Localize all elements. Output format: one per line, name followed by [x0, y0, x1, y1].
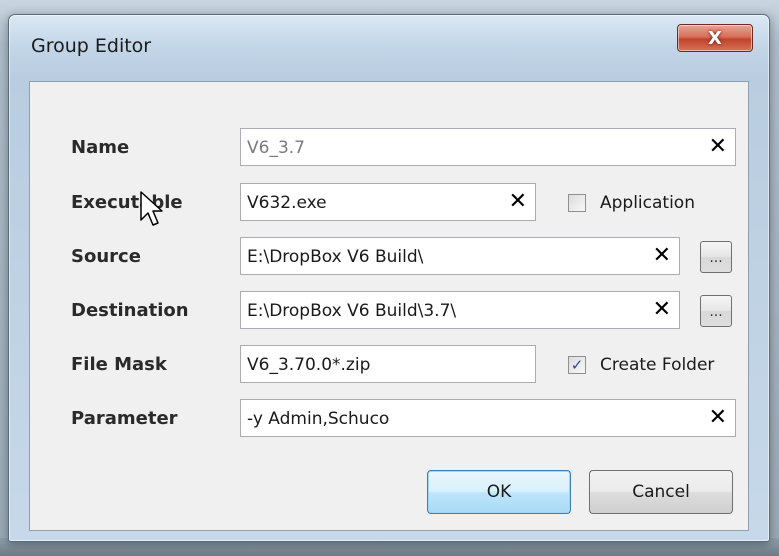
- executable-label: Executable: [71, 192, 183, 213]
- clear-icon[interactable]: ✕: [709, 134, 727, 160]
- name-value: V6_3.7: [247, 138, 305, 158]
- destination-label: Destination: [71, 300, 189, 321]
- clear-icon[interactable]: ✕: [653, 297, 671, 323]
- clear-icon[interactable]: ✕: [509, 189, 527, 215]
- file-mask-input[interactable]: V6_3.70.0*.zip: [240, 345, 536, 383]
- clear-icon[interactable]: ✕: [709, 405, 727, 431]
- clear-icon[interactable]: ✕: [653, 243, 671, 269]
- source-browse-button[interactable]: ...: [700, 241, 732, 273]
- window-title: Group Editor: [31, 35, 152, 57]
- name-input[interactable]: V6_3.7 ✕: [240, 128, 736, 166]
- file-mask-label: File Mask: [71, 354, 167, 375]
- destination-value: E:\DropBox V6 Build\3.7\: [247, 301, 457, 321]
- dialog-body: Name V6_3.7 ✕ Executable V632.exe ✕ Appl…: [29, 81, 749, 531]
- application-checkbox[interactable]: [568, 194, 586, 212]
- destination-input[interactable]: E:\DropBox V6 Build\3.7\ ✕: [240, 291, 680, 329]
- parameter-label: Parameter: [71, 408, 178, 429]
- source-label: Source: [71, 246, 141, 267]
- parameter-value: -y Admin,Schuco: [247, 409, 390, 429]
- application-label[interactable]: Application: [600, 193, 695, 213]
- create-folder-checkbox[interactable]: ✓: [568, 356, 586, 374]
- close-icon: X: [708, 27, 722, 49]
- source-value: E:\DropBox V6 Build\: [247, 247, 424, 267]
- close-button[interactable]: X: [677, 24, 753, 52]
- ok-button[interactable]: OK: [427, 470, 571, 514]
- ellipsis-icon: ...: [709, 304, 723, 320]
- create-folder-label[interactable]: Create Folder: [600, 355, 714, 375]
- source-input[interactable]: E:\DropBox V6 Build\ ✕: [240, 237, 680, 275]
- ellipsis-icon: ...: [709, 250, 723, 266]
- check-icon: ✓: [570, 356, 584, 374]
- executable-value: V632.exe: [247, 193, 327, 213]
- group-editor-window: Group Editor X Name V6_3.7 ✕ Executable …: [8, 14, 770, 542]
- parameter-input[interactable]: -y Admin,Schuco ✕: [240, 399, 736, 437]
- name-label: Name: [71, 137, 130, 158]
- title-bar[interactable]: Group Editor X: [9, 15, 769, 77]
- mouse-pointer-icon: [140, 191, 163, 226]
- destination-browse-button[interactable]: ...: [700, 295, 732, 327]
- file-mask-value: V6_3.70.0*.zip: [247, 355, 371, 375]
- cancel-button[interactable]: Cancel: [589, 470, 733, 514]
- executable-input[interactable]: V632.exe ✕: [240, 183, 536, 221]
